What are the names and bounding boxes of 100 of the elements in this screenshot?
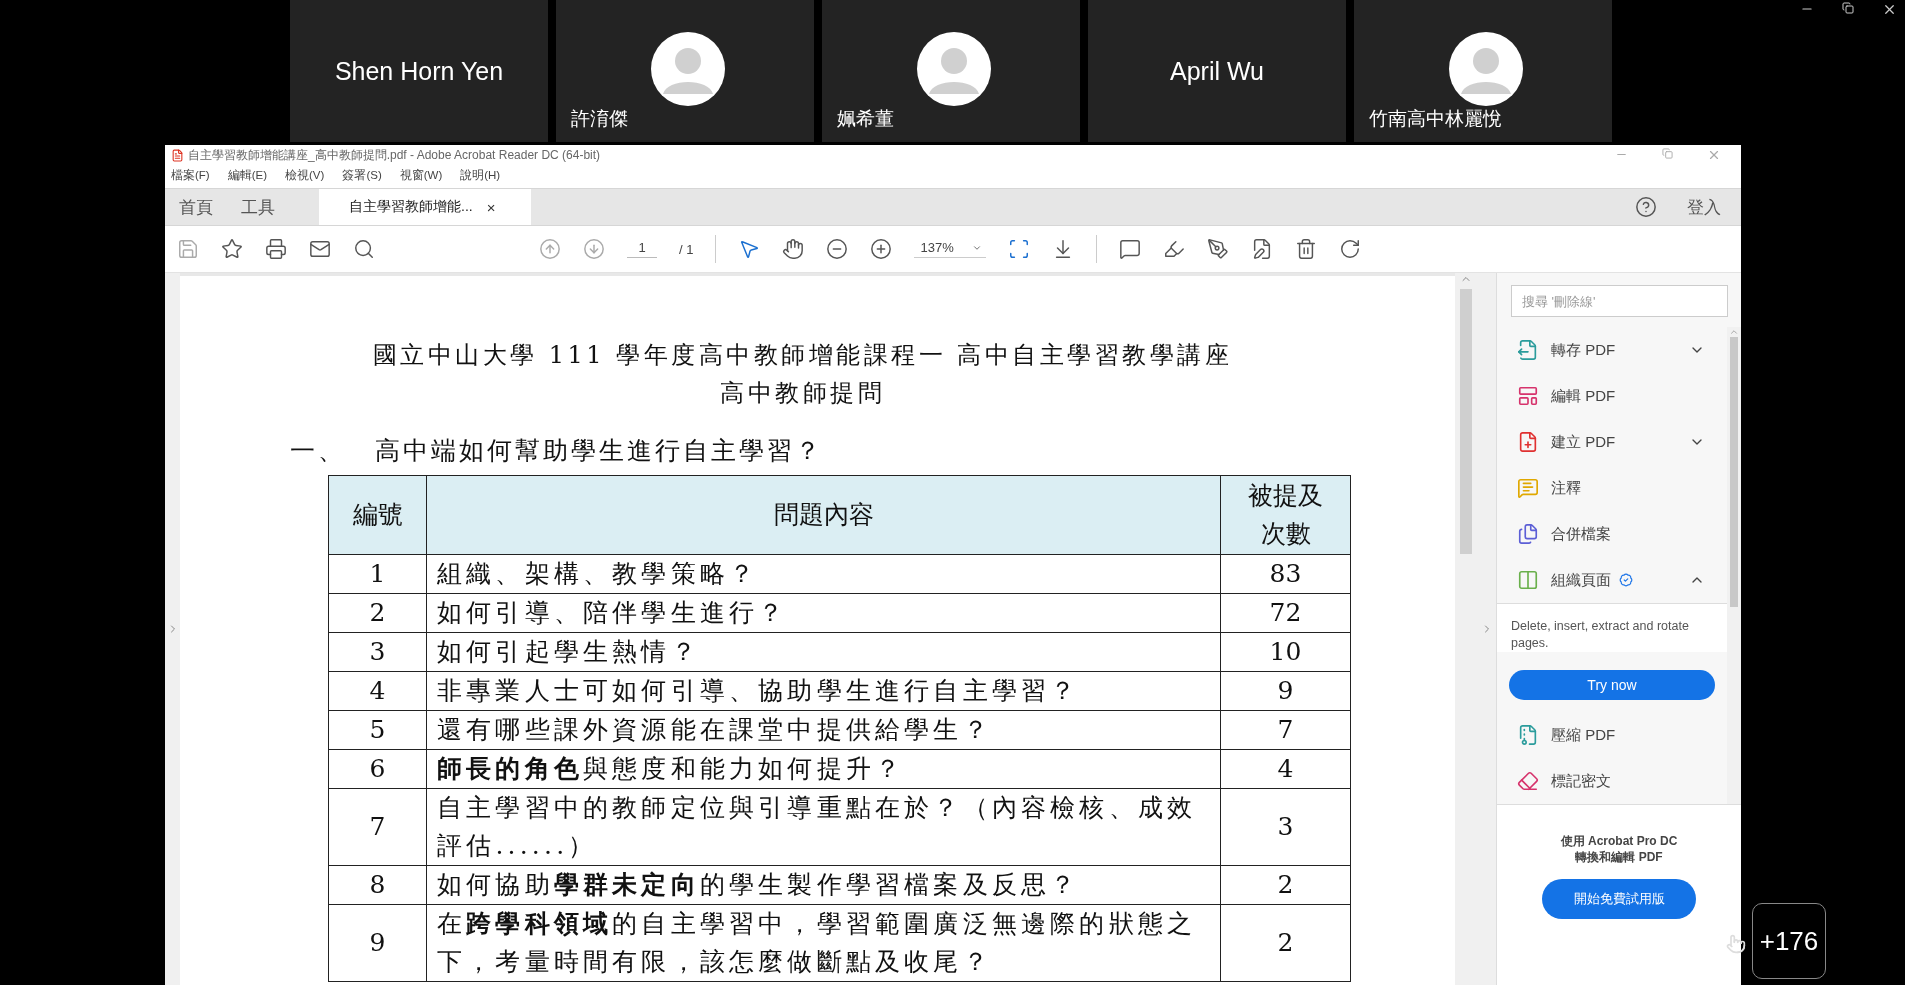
table-cell: 自主學習中的教師定位與引導重點在於？（內容檢核、成效評估......） [427,789,1221,866]
tool-item[interactable]: 注釋 [1497,469,1727,507]
promo-text: 轉換和編輯 PDF [1575,849,1663,865]
try-now-button[interactable]: Try now [1509,670,1715,700]
menu-item[interactable]: 檔案(F) [171,167,210,183]
table-cell: 4 [1221,750,1351,789]
avatar-icon [1449,32,1523,106]
tool-label: 編輯 PDF [1551,386,1616,406]
tool-label: 合併檔案 [1551,524,1611,544]
column-header: 問題內容 [427,476,1221,555]
tool-label: 建立 PDF [1551,432,1616,452]
sign-icon[interactable] [1206,238,1229,260]
table-cell: 如何引導、陪伴學生進行？ [427,594,1221,633]
scroll-thumb[interactable] [1730,337,1738,607]
star-icon[interactable] [221,238,243,260]
menu-item[interactable]: 檢視(V) [285,167,325,183]
tab[interactable]: 首頁 [165,189,227,225]
table-cell: 72 [1221,594,1351,633]
help-icon[interactable] [1635,196,1657,218]
avatar-icon [651,32,725,106]
menu-item[interactable]: 簽署(S) [342,167,382,183]
more-participants-button[interactable]: +176 [1752,903,1826,979]
table-cell: 7 [1221,711,1351,750]
column-header: 編號 [329,476,427,555]
table-cell: 在跨學科領域的自主學習中，學習範圍廣泛無邊際的狀態之下，考量時間有限，該怎麼做斷點及收尾？ [427,905,1221,982]
section-number: 一、 [290,435,347,467]
create-tool-icon [1517,431,1539,453]
table-cell: 如何協助學群未定向的學生製作學習檔案及反思？ [427,866,1221,905]
free-trial-button[interactable]: 開始免費試用版 [1542,879,1696,919]
tab-close[interactable]: × [486,198,496,216]
table-cell: 8 [329,866,427,905]
tool-item[interactable]: 標記密文 [1497,762,1727,800]
tool-item[interactable]: 組織頁面 [1497,561,1727,599]
tool-item[interactable]: 建立 PDF [1497,423,1727,461]
table-cell: 9 [329,905,427,982]
tool-item[interactable]: 合併檔案 [1497,515,1727,553]
menu-item[interactable]: 說明(H) [460,167,501,183]
comment-icon[interactable] [1118,238,1141,260]
tool-label: 注釋 [1551,478,1581,498]
tab[interactable]: 工具 [227,189,289,225]
table-cell: 3 [1221,789,1351,866]
window-title: 自主學習教師增能講座_高中教師提問.pdf - Adobe Acrobat Reader DC (64-bit) [188,146,601,164]
tool-label: 壓縮 PDF [1551,725,1616,745]
scroll-thumb[interactable] [1460,289,1472,554]
table-cell: 6 [329,750,427,789]
tool-label: 組織頁面 [1551,570,1611,590]
highlight-icon[interactable] [1162,238,1185,260]
restore-icon[interactable] [1842,2,1854,17]
pdf-icon [171,148,184,162]
close-icon[interactable] [1882,2,1897,17]
combine-tool-icon [1517,523,1539,545]
tool-item[interactable]: 轉存 PDF [1497,331,1727,369]
tool-item[interactable]: 壓縮 PDF [1497,716,1727,754]
promo-text: 使用 Acrobat Pro DC [1560,833,1678,849]
page-number-field[interactable]: 1 [627,240,657,258]
column-header: 被提及次數 [1221,476,1351,555]
scrollbar[interactable] [1455,273,1477,985]
mail-icon[interactable] [309,238,331,260]
zoom-in-icon[interactable] [870,238,893,260]
table-cell: 83 [1221,555,1351,594]
export-tool-icon [1517,339,1539,361]
table-cell: 還有哪些課外資源能在課堂中提供給學生？ [427,711,1221,750]
menu-item[interactable]: 視窗(W) [399,167,443,183]
table-cell: 師長的角色與態度和能力如何提升？ [427,750,1221,789]
avatar-icon [917,32,991,106]
table-cell: 7 [329,789,427,866]
table-cell: 5 [329,711,427,750]
pointer-icon[interactable] [738,238,761,260]
search-icon[interactable] [353,238,375,260]
compress-tool-icon [1517,724,1539,746]
trash-icon[interactable] [1294,238,1317,260]
table-cell: 2 [1221,905,1351,982]
page-total: / 1 [679,241,694,257]
table-cell: 2 [1221,866,1351,905]
table-cell: 9 [1221,672,1351,711]
rotate-icon[interactable] [1338,238,1361,260]
table-cell: 3 [329,633,427,672]
participant-name: April Wu [1170,56,1264,86]
tab[interactable]: 自主學習教師增能... × [319,189,531,225]
zoom-field[interactable]: 137% [914,240,986,258]
sign-in-link[interactable]: 登入 [1687,195,1721,219]
table-cell: 1 [329,555,427,594]
table-cell: 10 [1221,633,1351,672]
tool-item[interactable]: 編輯 PDF [1497,377,1727,415]
scrollbar[interactable] [1727,327,1741,804]
section-heading: 高中端如何幫助學生進行自主學習？ [375,435,823,467]
menu-item[interactable]: 編輯(E) [227,167,268,183]
edit-tool-icon [1517,385,1539,407]
search-field[interactable]: 搜尋 '刪除線' [1511,285,1728,317]
fit-page-icon[interactable] [1007,238,1030,260]
participant-name: Shen Horn Yen [334,56,504,86]
tool-label: 標記密文 [1551,771,1611,791]
hand-icon[interactable] [782,238,805,260]
redact-tool-icon [1517,770,1539,792]
document-title: 國立中山大學 111 學年度高中教師增能課程一 高中自主學習教學講座 [371,340,1234,371]
print-icon[interactable] [265,238,287,260]
table-cell: 非專業人士可如何引導、協助學生進行自主學習？ [427,672,1221,711]
participant-name: 許淯傑 [571,107,628,131]
participant-name: 姵希董 [837,107,894,131]
zoom-out-icon[interactable] [826,238,849,260]
